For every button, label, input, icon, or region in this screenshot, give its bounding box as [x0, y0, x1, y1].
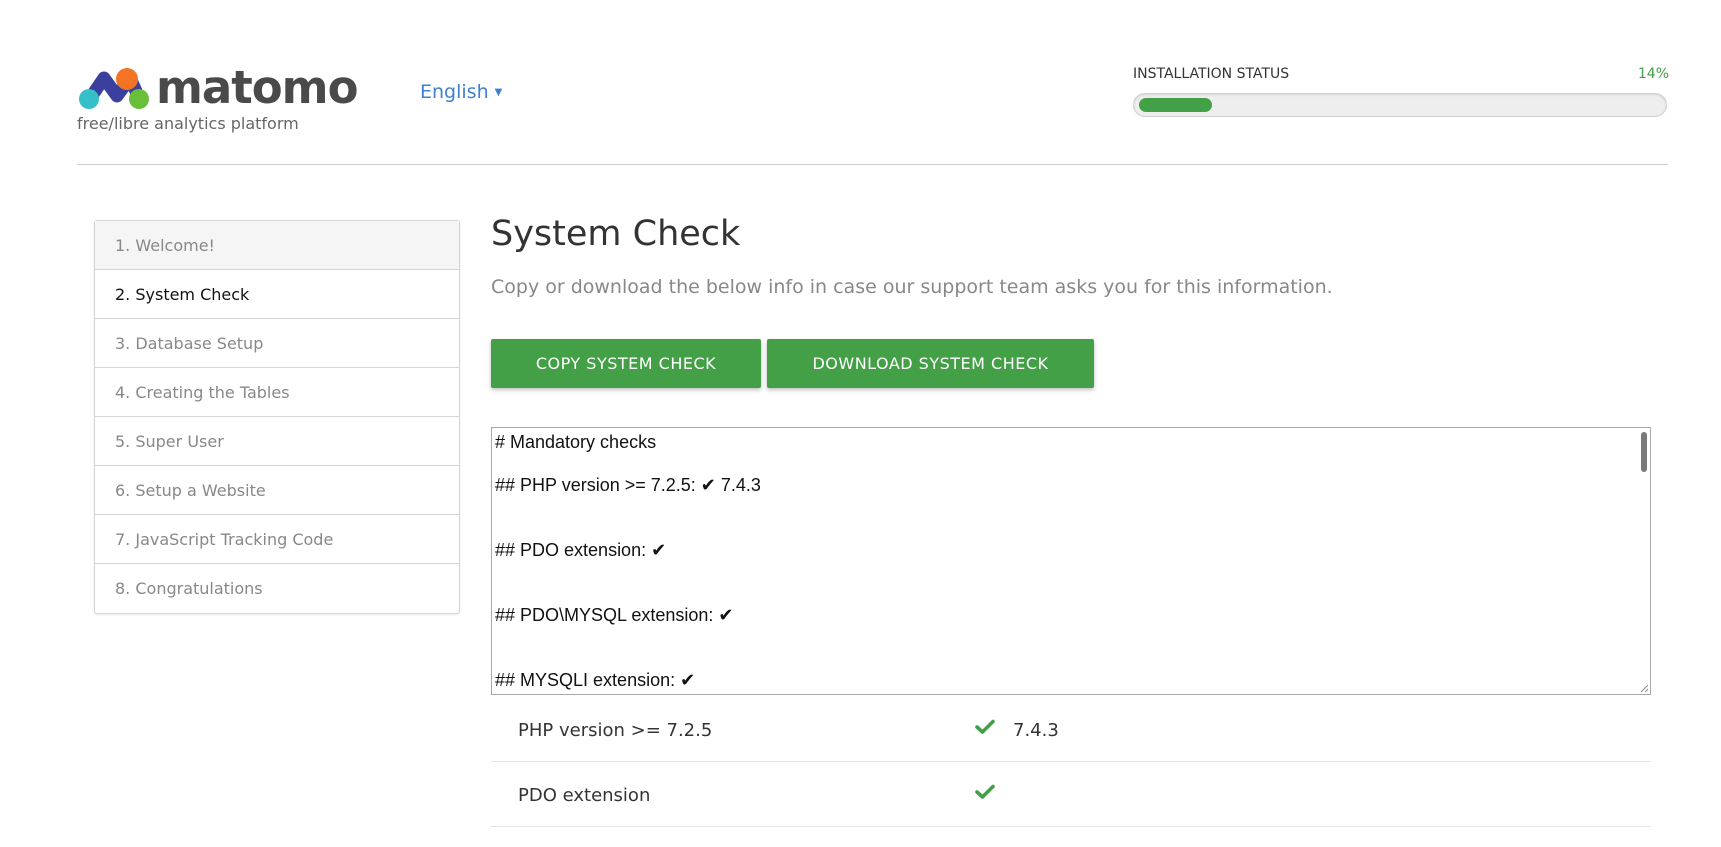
installation-steps-menu: 1. Welcome! 2. System Check 3. Database … — [94, 220, 460, 614]
tagline: free/libre analytics platform — [77, 114, 299, 133]
installation-status-percent: 14% — [1637, 66, 1669, 82]
check-icon — [975, 719, 995, 734]
step-database-setup: 3. Database Setup — [95, 319, 459, 368]
step-system-check: 2. System Check — [95, 270, 459, 319]
report-line: ## PHP version >= 7.2.5: ✔ 7.4.3 — [495, 475, 761, 495]
progress-fill — [1139, 98, 1212, 112]
page-intro: Copy or download the below info in case … — [491, 276, 1333, 298]
logo-wordmark: matomo — [156, 61, 358, 114]
step-welcome: 1. Welcome! — [95, 221, 459, 270]
step-congratulations: 8. Congratulations — [115, 579, 263, 598]
report-line: # Mandatory checks — [495, 432, 657, 452]
download-system-check-button[interactable]: DOWNLOAD SYSTEM CHECK — [767, 339, 1094, 388]
step-creating-tables: 4. Creating the Tables — [95, 368, 459, 417]
matomo-logo-icon — [79, 68, 149, 109]
language-selector[interactable]: English ▼ — [420, 81, 502, 103]
page-title: System Check — [491, 214, 741, 254]
step-tracking-code: 7. JavaScript Tracking Code — [95, 515, 459, 564]
table-row: PDO extension — [491, 762, 1651, 827]
step-super-user: 5. Super User — [95, 417, 459, 466]
textarea-scrollbar[interactable] — [1641, 432, 1647, 472]
step-setup-website: 6. Setup a Website — [95, 466, 459, 515]
resize-handle-icon[interactable] — [1639, 683, 1649, 693]
page: matomo free/libre analytics platform Eng… — [0, 0, 1721, 847]
check-label: PHP version >= 7.2.5 — [518, 720, 713, 741]
installation-progress-bar — [1133, 93, 1667, 117]
system-check-report-textarea[interactable]: # Mandatory checks ## PHP version >= 7.2… — [491, 427, 1651, 695]
copy-system-check-button[interactable]: COPY SYSTEM CHECK — [491, 339, 761, 388]
caret-down-icon: ▼ — [494, 87, 503, 98]
table-row: PHP version >= 7.2.5 7.4.3 — [491, 697, 1651, 762]
report-line: ## PDO extension: ✔ — [495, 540, 667, 560]
header-divider — [77, 164, 1668, 165]
report-line: ## PDO\MYSQL extension: ✔ — [495, 605, 734, 625]
installation-status-label: INSTALLATION STATUS — [1133, 66, 1290, 82]
matomo-logo[interactable]: matomo — [77, 61, 358, 114]
check-label: PDO extension — [518, 785, 651, 806]
check-icon — [975, 784, 995, 799]
check-value: 7.4.3 — [1013, 720, 1059, 741]
system-check-table: PHP version >= 7.2.5 7.4.3 PDO extension — [491, 697, 1651, 827]
language-label: English — [420, 81, 489, 103]
report-line: ## MYSQLI extension: ✔ — [495, 670, 696, 690]
